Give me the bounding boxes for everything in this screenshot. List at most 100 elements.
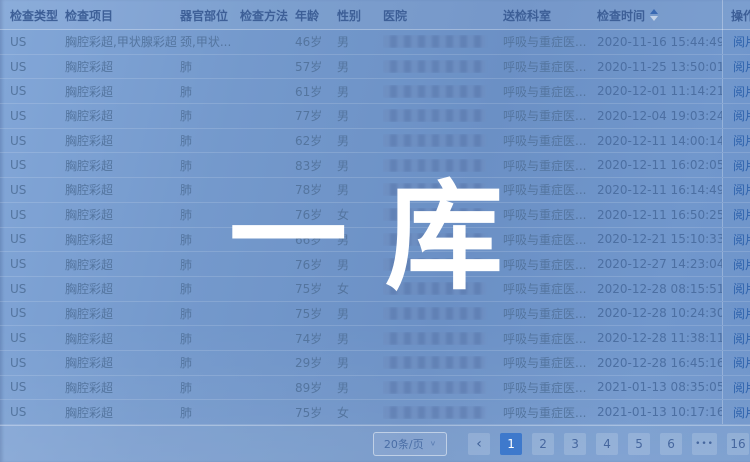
view-images-link[interactable]: 阅片 [733, 58, 750, 75]
table-row: US胸腔彩超肺62岁男呼吸与重症医...2020-12-11 14:00:14阅… [0, 129, 750, 154]
cell-hospital [383, 134, 503, 147]
view-images-link[interactable]: 阅片 [733, 280, 750, 297]
view-images-link[interactable]: 阅片 [733, 181, 750, 198]
cell-item: 胸腔彩超 [65, 83, 180, 100]
view-images-link[interactable]: 阅片 [733, 330, 750, 347]
column-header-label: 送检科室 [503, 7, 551, 24]
hospital-redacted-block [383, 381, 485, 394]
cell-gender: 女 [337, 280, 383, 297]
cell-time: 2021-01-13 10:17:16 [597, 405, 722, 419]
cell-dept: 呼吸与重症医... [503, 132, 597, 149]
column-header-item: 检查项目 [65, 7, 180, 24]
cell-type: US [10, 232, 65, 246]
cell-item: 胸腔彩超 [65, 181, 180, 198]
cell-hospital [383, 183, 503, 196]
cell-type: US [10, 257, 65, 271]
cell-action: 阅片 [722, 228, 750, 252]
hospital-redacted-block [383, 85, 485, 98]
page-button-3[interactable]: 3 [564, 433, 586, 455]
cell-dept: 呼吸与重症医... [503, 157, 597, 174]
cell-action: 阅片 [722, 302, 750, 326]
column-header-action: 操作 [722, 0, 750, 30]
cell-hospital [383, 109, 503, 122]
cell-item: 胸腔彩超 [65, 157, 180, 174]
page-button-2[interactable]: 2 [532, 433, 554, 455]
cell-gender: 男 [337, 83, 383, 100]
exam-list-screen: 检查类型检查项目器官部位检查方法年龄性别医院送检科室检查时间操作 US胸腔彩超,… [0, 0, 750, 462]
more-pages-button[interactable]: ••• [692, 433, 717, 455]
cell-time: 2020-12-21 15:10:33 [597, 232, 722, 246]
cell-dept: 呼吸与重症医... [503, 305, 597, 322]
cell-dept: 呼吸与重症医... [503, 83, 597, 100]
column-header-time[interactable]: 检查时间 [597, 7, 722, 24]
page-button-4[interactable]: 4 [596, 433, 618, 455]
page-button-1[interactable]: 1 [500, 433, 522, 455]
cell-type: US [10, 331, 65, 345]
cell-part: 肺 [180, 181, 240, 198]
pager: ‹ 123456 ••• 16 [463, 433, 750, 455]
hospital-redacted-block [383, 258, 485, 271]
view-images-link[interactable]: 阅片 [733, 305, 750, 322]
cell-type: US [10, 183, 65, 197]
view-images-link[interactable]: 阅片 [733, 132, 750, 149]
sort-caret-icon[interactable] [650, 9, 658, 21]
cell-part: 肺 [180, 330, 240, 347]
page-button-5[interactable]: 5 [628, 433, 650, 455]
column-header-part: 器官部位 [180, 7, 240, 24]
cell-time: 2020-12-28 08:15:51 [597, 282, 722, 296]
cell-gender: 男 [337, 157, 383, 174]
cell-item: 胸腔彩超 [65, 280, 180, 297]
table-header-row: 检查类型检查项目器官部位检查方法年龄性别医院送检科室检查时间操作 [0, 0, 750, 30]
view-images-link[interactable]: 阅片 [733, 379, 750, 396]
view-images-link[interactable]: 阅片 [733, 256, 750, 273]
view-images-link[interactable]: 阅片 [733, 107, 750, 124]
cell-part: 肺 [180, 280, 240, 297]
cell-type: US [10, 109, 65, 123]
cell-type: US [10, 405, 65, 419]
cell-age: 77岁 [295, 107, 337, 124]
column-header-label: 年龄 [295, 7, 319, 24]
view-images-link[interactable]: 阅片 [733, 33, 750, 50]
view-images-link[interactable]: 阅片 [733, 354, 750, 371]
cell-type: US [10, 35, 65, 49]
cell-time: 2020-12-11 16:14:49 [597, 183, 722, 197]
cell-dept: 呼吸与重症医... [503, 231, 597, 248]
cell-dept: 呼吸与重症医... [503, 181, 597, 198]
cell-action: 阅片 [722, 55, 750, 79]
prev-page-button[interactable]: ‹ [468, 433, 490, 455]
table-row: US胸腔彩超,甲状腺彩超颈,甲状...46岁男呼吸与重症医...2020-11-… [0, 30, 750, 55]
cell-dept: 呼吸与重症医... [503, 58, 597, 75]
column-header-age: 年龄 [295, 7, 337, 24]
hospital-redacted-block [383, 159, 485, 172]
view-images-link[interactable]: 阅片 [733, 404, 750, 421]
page-size-select[interactable]: 20条/页 ∨ [373, 432, 447, 456]
cell-age: 83岁 [295, 157, 337, 174]
cell-age: 62岁 [295, 132, 337, 149]
cell-item: 胸腔彩超 [65, 206, 180, 223]
page-button-16[interactable]: 16 [727, 433, 749, 455]
cell-item: 胸腔彩超,甲状腺彩超 [65, 33, 180, 50]
view-images-link[interactable]: 阅片 [733, 206, 750, 223]
cell-item: 胸腔彩超 [65, 330, 180, 347]
cell-age: 46岁 [295, 33, 337, 50]
cell-part: 肺 [180, 231, 240, 248]
cell-item: 胸腔彩超 [65, 256, 180, 273]
cell-age: 57岁 [295, 58, 337, 75]
cell-age: 75岁 [295, 404, 337, 421]
cell-time: 2020-12-04 19:03:24 [597, 109, 722, 123]
cell-item: 胸腔彩超 [65, 305, 180, 322]
cell-hospital [383, 159, 503, 172]
table-row: US胸腔彩超肺66岁男呼吸与重症医...2020-12-21 15:10:33阅… [0, 228, 750, 253]
page-button-6[interactable]: 6 [660, 433, 682, 455]
view-images-link[interactable]: 阅片 [733, 157, 750, 174]
cell-hospital [383, 258, 503, 271]
cell-dept: 呼吸与重症医... [503, 330, 597, 347]
cell-part: 肺 [180, 58, 240, 75]
view-images-link[interactable]: 阅片 [733, 83, 750, 100]
cell-hospital [383, 233, 503, 246]
cell-type: US [10, 306, 65, 320]
table-row: US胸腔彩超肺75岁男呼吸与重症医...2020-12-28 10:24:30阅… [0, 302, 750, 327]
cell-action: 阅片 [722, 30, 750, 54]
cell-gender: 女 [337, 404, 383, 421]
view-images-link[interactable]: 阅片 [733, 231, 750, 248]
